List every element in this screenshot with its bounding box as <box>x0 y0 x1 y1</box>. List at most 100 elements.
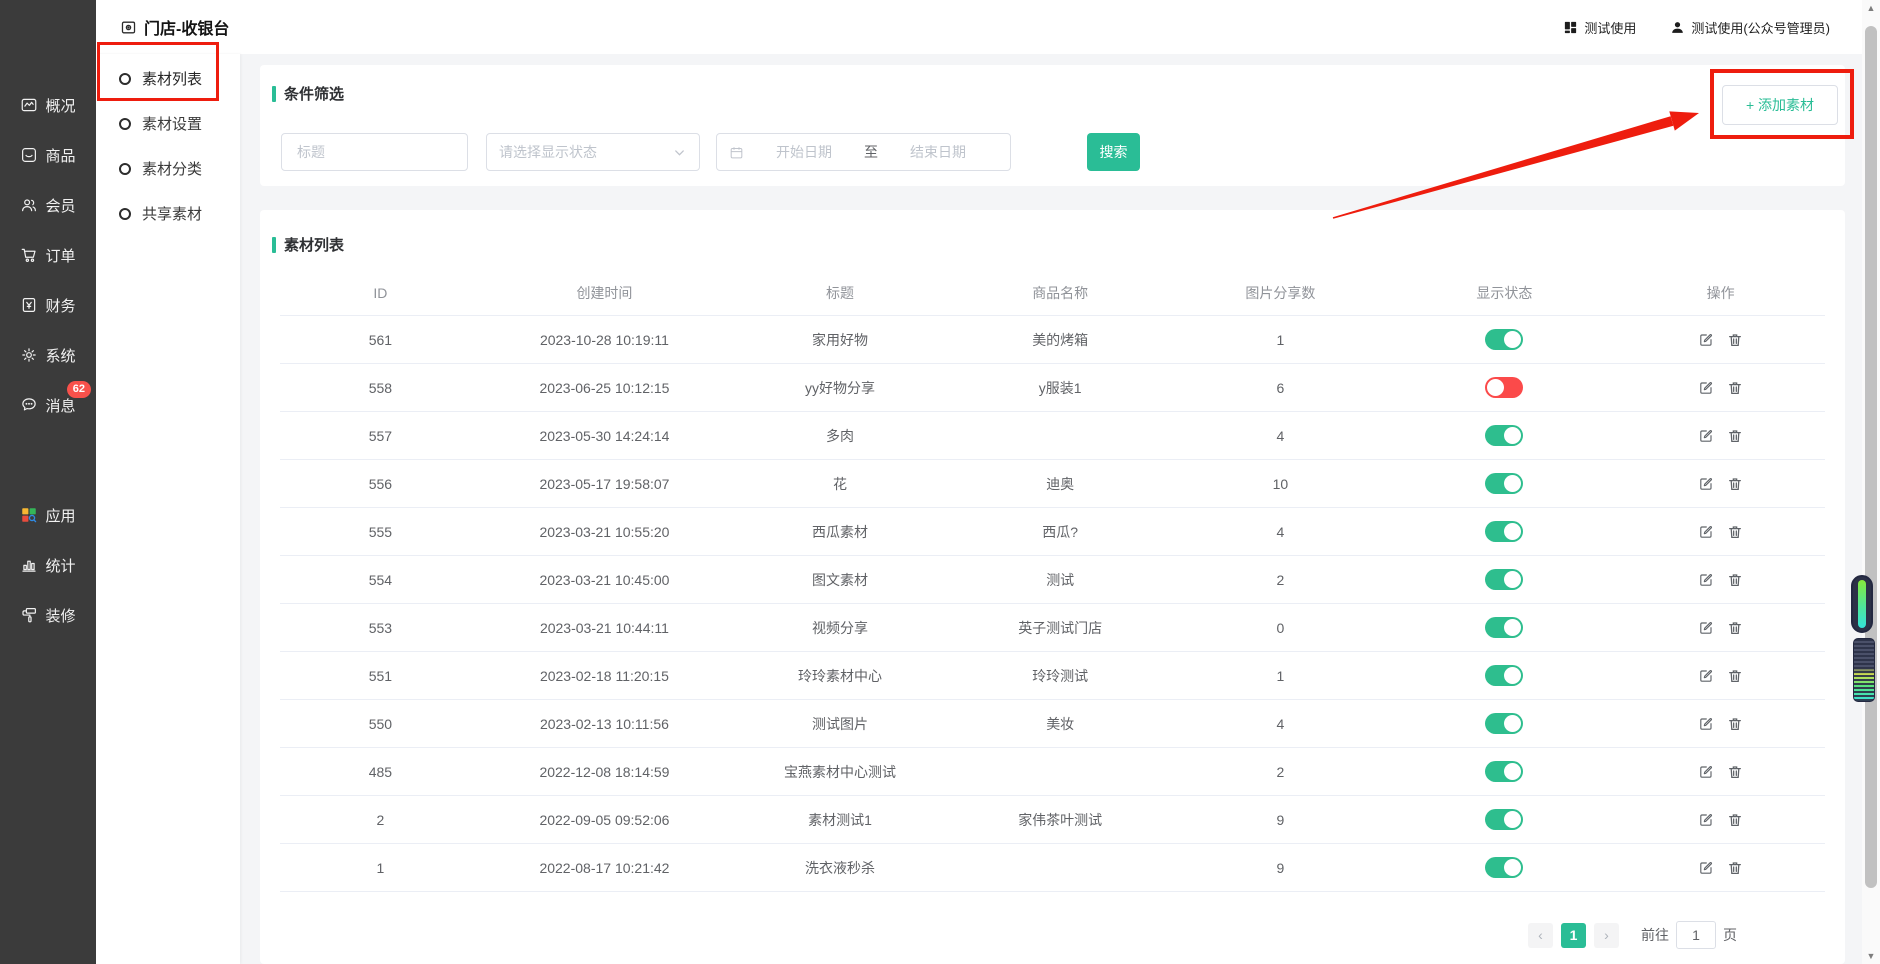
title-input[interactable] <box>281 133 468 171</box>
trash-icon[interactable] <box>1727 524 1743 540</box>
scrollbar-down-arrow-icon[interactable]: ▼ <box>1862 951 1880 961</box>
trash-icon[interactable] <box>1727 428 1743 444</box>
goto-page-input[interactable] <box>1676 921 1716 949</box>
status-toggle[interactable] <box>1485 569 1523 590</box>
submenu-item-shared-material[interactable]: 共享素材 <box>96 191 240 236</box>
edit-icon[interactable] <box>1698 332 1714 348</box>
cell-shares: 4 <box>1168 428 1392 444</box>
cell-shares: 9 <box>1168 812 1392 828</box>
status-toggle[interactable] <box>1485 425 1523 446</box>
add-material-button[interactable]: + 添加素材 <box>1722 85 1838 125</box>
edit-icon[interactable] <box>1698 428 1714 444</box>
filter-row: 请选择显示状态 开始日期 至 结束日期 搜索 <box>281 133 1140 171</box>
trash-icon[interactable] <box>1727 620 1743 636</box>
table-header-row: ID创建时间标题商品名称图片分享数显示状态操作 <box>280 270 1825 316</box>
topbar: 门店-收银台 测试使用 测试使用(公众号管理员) <box>96 0 1880 54</box>
cell-actions <box>1616 860 1825 876</box>
trash-icon[interactable] <box>1727 332 1743 348</box>
cell-actions <box>1616 380 1825 396</box>
edit-icon[interactable] <box>1698 668 1714 684</box>
sidebar-item-decorate[interactable]: 装修 <box>0 590 96 640</box>
cell-id: 553 <box>280 620 481 636</box>
cell-status <box>1392 377 1616 398</box>
status-toggle[interactable] <box>1485 665 1523 686</box>
column-header: 显示状态 <box>1392 283 1616 303</box>
edit-icon[interactable] <box>1698 476 1714 492</box>
cell-title: 多肉 <box>728 426 952 446</box>
cell-id: 556 <box>280 476 481 492</box>
sidebar-item-apps[interactable]: 应用 <box>0 490 96 540</box>
sidebar-item-finance[interactable]: 财务 <box>0 280 96 330</box>
page-title-group: 门店-收银台 <box>120 15 229 39</box>
circle-icon <box>119 163 131 175</box>
edit-icon[interactable] <box>1698 572 1714 588</box>
submenu-item-material-category[interactable]: 素材分类 <box>96 146 240 191</box>
submenu-item-material-list[interactable]: 素材列表 <box>96 56 240 101</box>
extension-widget-gradient[interactable] <box>1851 575 1873 633</box>
trash-icon[interactable] <box>1727 476 1743 492</box>
cell-created: 2023-05-17 19:58:07 <box>481 476 728 492</box>
edit-icon[interactable] <box>1698 524 1714 540</box>
status-toggle[interactable] <box>1485 473 1523 494</box>
trash-icon[interactable] <box>1727 812 1743 828</box>
submenu-item-label: 共享素材 <box>142 203 202 224</box>
circle-icon <box>119 73 131 85</box>
cell-product: 家伟茶叶测试 <box>952 810 1168 830</box>
status-select[interactable]: 请选择显示状态 <box>486 133 700 171</box>
edit-icon[interactable] <box>1698 764 1714 780</box>
store-switcher[interactable]: 测试使用 <box>1563 18 1636 37</box>
submenu-item-material-settings[interactable]: 素材设置 <box>96 101 240 146</box>
status-toggle[interactable] <box>1485 329 1523 350</box>
prev-page-button[interactable]: ‹ <box>1528 923 1553 948</box>
account-menu[interactable]: 测试使用(公众号管理员) <box>1670 18 1830 37</box>
edit-icon[interactable] <box>1698 716 1714 732</box>
sidebar-item-overview[interactable]: 概况 <box>0 80 96 130</box>
page-1-button[interactable]: 1 <box>1561 923 1586 948</box>
trash-icon[interactable] <box>1727 764 1743 780</box>
material-table: ID创建时间标题商品名称图片分享数显示状态操作 5612023-10-28 10… <box>280 270 1825 892</box>
status-toggle[interactable] <box>1485 377 1523 398</box>
sidebar-item-goods[interactable]: 商品 <box>0 130 96 180</box>
cell-status <box>1392 569 1616 590</box>
table-row: 5582023-06-25 10:12:15yy好物分享y服装16 <box>280 364 1825 412</box>
trash-icon[interactable] <box>1727 668 1743 684</box>
status-toggle[interactable] <box>1485 761 1523 782</box>
sidebar-item-label: 概况 <box>45 95 75 116</box>
date-range-picker[interactable]: 开始日期 至 结束日期 <box>716 133 1011 171</box>
sidebar-item-system[interactable]: 系统 <box>0 330 96 380</box>
sidebar-item-label: 应用 <box>45 505 75 526</box>
next-page-button[interactable]: › <box>1594 923 1619 948</box>
status-toggle[interactable] <box>1485 809 1523 830</box>
cell-title: 家用好物 <box>728 330 952 350</box>
status-toggle[interactable] <box>1485 713 1523 734</box>
scrollbar-thumb[interactable] <box>1865 26 1877 888</box>
trash-icon[interactable] <box>1727 380 1743 396</box>
submenu-item-label: 素材列表 <box>142 68 202 89</box>
trash-icon[interactable] <box>1727 572 1743 588</box>
status-toggle[interactable] <box>1485 521 1523 542</box>
edit-icon[interactable] <box>1698 620 1714 636</box>
sidebar-item-member[interactable]: 会员 <box>0 180 96 230</box>
secondary-sidebar: 素材列表素材设置素材分类共享素材 <box>96 54 240 964</box>
edit-icon[interactable] <box>1698 812 1714 828</box>
cell-id: 554 <box>280 572 481 588</box>
scrollbar-up-arrow-icon[interactable]: ▲ <box>1862 3 1880 13</box>
sidebar-item-order[interactable]: 订单 <box>0 230 96 280</box>
browser-scrollbar[interactable]: ▲ ▼ <box>1862 0 1880 964</box>
edit-icon[interactable] <box>1698 380 1714 396</box>
submenu-item-label: 素材分类 <box>142 158 202 179</box>
gradient-bar <box>1858 580 1866 628</box>
trash-icon[interactable] <box>1727 716 1743 732</box>
cell-title: 宝燕素材中心测试 <box>728 762 952 782</box>
extension-widget-striped[interactable] <box>1853 638 1875 702</box>
cell-id: 550 <box>280 716 481 732</box>
cell-created: 2023-03-21 10:45:00 <box>481 572 728 588</box>
trash-icon[interactable] <box>1727 860 1743 876</box>
status-toggle[interactable] <box>1485 617 1523 638</box>
search-button[interactable]: 搜索 <box>1087 133 1140 171</box>
filter-card-title: 条件筛选 <box>272 83 344 104</box>
sidebar-item-message[interactable]: 消息62 <box>0 380 96 430</box>
status-toggle[interactable] <box>1485 857 1523 878</box>
sidebar-item-stats[interactable]: 统计 <box>0 540 96 590</box>
edit-icon[interactable] <box>1698 860 1714 876</box>
